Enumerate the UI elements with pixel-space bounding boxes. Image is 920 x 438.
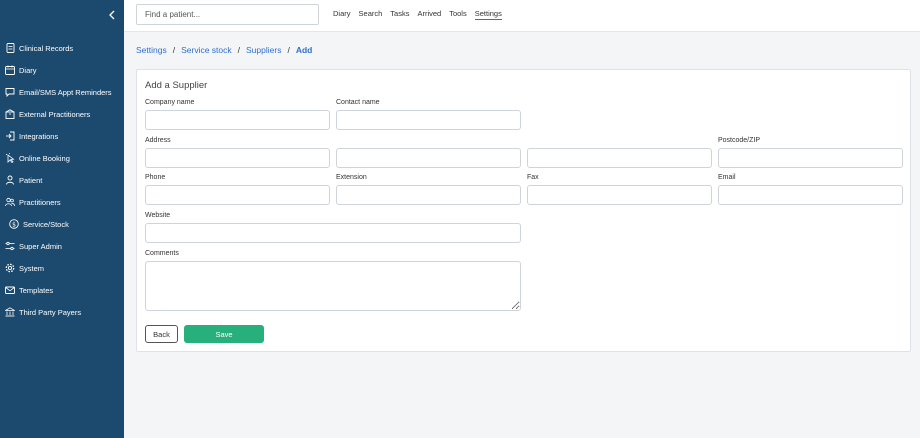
- envelope-icon: [5, 285, 15, 295]
- sidebar-item-external-practitioners[interactable]: External Practitioners: [0, 103, 124, 125]
- people-icon: [5, 197, 15, 207]
- extension-field[interactable]: [336, 185, 521, 205]
- menu-tools[interactable]: Tools: [449, 9, 467, 20]
- sidebar-item-online-booking[interactable]: Online Booking: [0, 147, 124, 169]
- postcode-label: Postcode/ZIP: [718, 137, 761, 144]
- document-icon: [5, 43, 15, 53]
- sidebar-item-label: Third Party Payers: [19, 307, 82, 317]
- sidebar-item-integrations[interactable]: Integrations: [0, 125, 124, 147]
- sidebar-item-label: Online Booking: [19, 153, 70, 163]
- email-field[interactable]: [718, 185, 903, 205]
- patient-search-input[interactable]: [136, 4, 319, 25]
- sidebar-item-label: Email/SMS Appt Reminders: [19, 87, 112, 97]
- breadcrumb-separator: /: [172, 45, 176, 55]
- sidebar-item-email-sms-reminders[interactable]: Email/SMS Appt Reminders: [0, 81, 124, 103]
- email-label: Email: [718, 174, 736, 181]
- menu-settings[interactable]: Settings: [474, 9, 502, 20]
- sidebar-item-clinical-records[interactable]: Clinical Records: [0, 37, 124, 59]
- sidebar-item-label: Diary: [19, 65, 37, 75]
- building-icon: [5, 109, 15, 119]
- message-icon: [5, 87, 15, 97]
- sidebar-item-system[interactable]: System: [0, 257, 124, 279]
- address-line-1-field[interactable]: [145, 148, 330, 168]
- address-label: Address: [145, 137, 171, 144]
- sidebar-item-super-admin[interactable]: Super Admin: [0, 235, 124, 257]
- sidebar-item-patient[interactable]: Patient: [0, 169, 124, 191]
- breadcrumb-settings[interactable]: Settings: [136, 45, 167, 55]
- sidebar-item-practitioners[interactable]: Practitioners: [0, 191, 124, 213]
- company-name-field[interactable]: [145, 110, 330, 130]
- sidebar-item-label: Templates: [19, 285, 54, 295]
- svg-text:$: $: [12, 221, 16, 228]
- fax-label: Fax: [527, 174, 539, 181]
- menu-diary[interactable]: Diary: [333, 9, 351, 20]
- sidebar-item-templates[interactable]: Templates: [0, 279, 124, 301]
- breadcrumb-separator: /: [287, 45, 290, 55]
- sidebar-item-label: Integrations: [19, 131, 59, 141]
- breadcrumb-separator: /: [237, 45, 241, 55]
- collapse-sidebar-button[interactable]: [106, 8, 118, 22]
- sidebar-item-label: Service/Stock: [23, 219, 69, 229]
- sidebar-item-label: Clinical Records: [19, 43, 74, 53]
- website-field[interactable]: [145, 223, 521, 243]
- postcode-field[interactable]: [718, 148, 903, 168]
- form-title: Add a Supplier: [145, 80, 208, 91]
- sidebar-item-diary[interactable]: Diary: [0, 59, 124, 81]
- menu-search[interactable]: Search: [359, 9, 383, 20]
- sidebar-nav: Clinical Records Diary Email/SMS Appt Re…: [0, 37, 124, 323]
- breadcrumb-current: Add: [295, 45, 313, 55]
- menu-arrived[interactable]: Arrived: [417, 9, 441, 20]
- top-menu: Diary Search Tasks Arrived Tools Setting…: [333, 9, 510, 20]
- address-line-2-field[interactable]: [336, 148, 521, 168]
- company-name-label: Company name: [145, 99, 195, 106]
- comments-label: Comments: [145, 250, 179, 257]
- top-bar: Diary Search Tasks Arrived Tools Setting…: [124, 0, 920, 32]
- contact-name-label: Contact name: [336, 99, 380, 106]
- dollar-icon: $: [9, 219, 19, 229]
- login-icon: [5, 131, 15, 141]
- phone-field[interactable]: [145, 185, 330, 205]
- gear-icon: [5, 263, 15, 273]
- chevron-left-icon: [109, 10, 115, 20]
- sidebar-item-label: Patient: [19, 175, 43, 185]
- bank-icon: [5, 307, 15, 317]
- sidebar-item-label: Practitioners: [19, 197, 61, 207]
- sidebar: Clinical Records Diary Email/SMS Appt Re…: [0, 0, 124, 438]
- pointer-icon: [5, 153, 15, 163]
- sidebar-item-third-party-payers[interactable]: Third Party Payers: [0, 301, 124, 323]
- menu-tasks[interactable]: Tasks: [390, 9, 409, 20]
- breadcrumb: Settings / Service stock / Suppliers / A…: [136, 45, 312, 55]
- sidebar-item-service-stock[interactable]: $ Service/Stock: [0, 213, 124, 235]
- person-icon: [5, 175, 15, 185]
- sidebar-item-label: System: [19, 263, 45, 273]
- add-supplier-form: Add a Supplier Company name Contact name…: [136, 69, 911, 352]
- address-line-3-field[interactable]: [527, 148, 712, 168]
- website-label: Website: [145, 212, 171, 219]
- fax-field[interactable]: [527, 185, 712, 205]
- comments-field[interactable]: [145, 261, 521, 311]
- breadcrumb-service-stock[interactable]: Service stock: [181, 45, 232, 55]
- save-button[interactable]: Save: [184, 325, 264, 343]
- sidebar-item-label: External Practitioners: [19, 109, 91, 119]
- breadcrumb-suppliers[interactable]: Suppliers: [246, 45, 281, 55]
- calendar-icon: [5, 65, 15, 75]
- sliders-icon: [5, 241, 15, 251]
- back-button[interactable]: Back: [145, 325, 178, 343]
- phone-label: Phone: [145, 174, 166, 181]
- contact-name-field[interactable]: [336, 110, 521, 130]
- extension-label: Extension: [336, 174, 367, 181]
- sidebar-item-label: Super Admin: [19, 241, 62, 251]
